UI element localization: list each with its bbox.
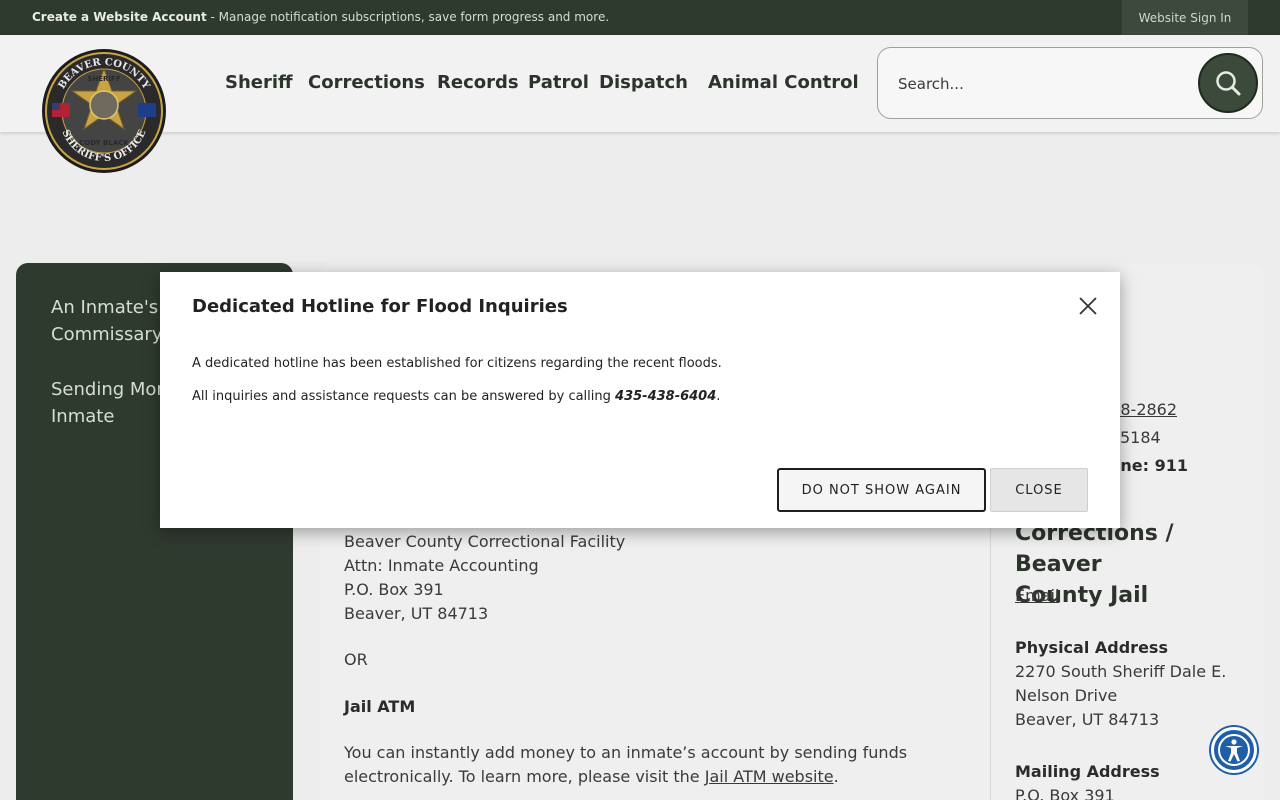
- address-line: P.O. Box 391: [344, 580, 444, 599]
- physical-address-line: Beaver, UT 84713: [1015, 710, 1160, 729]
- search-icon: [1216, 71, 1241, 96]
- logo-badge-text: SHERIFF: [87, 75, 120, 83]
- modal-paragraph-text: All inquiries and assistance requests ca…: [192, 389, 616, 404]
- atm-text-line: You can instantly add money to an inmate…: [344, 743, 908, 762]
- fax-number: 5184: [1120, 428, 1161, 447]
- create-account-notice: Create a Website Account - Manage notifi…: [32, 10, 609, 24]
- create-account-description: - Manage notification subscriptions, sav…: [206, 10, 610, 24]
- search-box: [877, 47, 1263, 119]
- physical-address-label: Physical Address: [1015, 638, 1168, 657]
- search-button[interactable]: [1198, 53, 1258, 113]
- close-button[interactable]: CLOSE: [990, 468, 1088, 512]
- nav-item-sheriff[interactable]: Sheriff: [225, 72, 293, 93]
- mailing-address-block: Beaver County Correctional Facility Attn…: [344, 530, 625, 626]
- mailing-address-label: Mailing Address: [1015, 762, 1160, 781]
- top-utility-bar: Create a Website Account - Manage notifi…: [0, 0, 1280, 35]
- website-sign-in-button[interactable]: Website Sign In: [1122, 0, 1248, 35]
- modal-title: Dedicated Hotline for Flood Inquiries: [192, 296, 568, 317]
- atm-text-line: electronically. To learn more, please vi…: [344, 767, 705, 786]
- search-input[interactable]: [898, 68, 1178, 100]
- accessibility-icon: [1218, 734, 1250, 766]
- modal-close-button[interactable]: [1076, 294, 1100, 318]
- accessibility-button[interactable]: [1211, 727, 1257, 773]
- sheriff-logo[interactable]: BEAVER COUNTY SHERIFF'S OFFICE SHERIFF C…: [40, 47, 168, 175]
- nav-item-dispatch[interactable]: Dispatch: [599, 72, 688, 93]
- nav-item-animal-control[interactable]: Animal Control: [708, 72, 859, 93]
- physical-address-line: Nelson Drive: [1015, 686, 1118, 705]
- nav-item-patrol[interactable]: Patrol: [528, 72, 589, 93]
- jail-atm-heading: Jail ATM: [344, 697, 416, 716]
- hotline-phone-number: 435-438-6404: [615, 389, 717, 404]
- jail-atm-description: You can instantly add money to an inmate…: [344, 741, 964, 789]
- or-text: OR: [344, 650, 368, 669]
- nav-item-corrections[interactable]: Corrections: [308, 72, 425, 93]
- modal-paragraph-2: All inquiries and assistance requests ca…: [192, 389, 720, 404]
- do-not-show-again-button[interactable]: DO NOT SHOW AGAIN: [777, 468, 986, 512]
- physical-address-line: 2270 South Sheriff Dale E.: [1015, 662, 1227, 681]
- atm-text-period: .: [833, 767, 839, 786]
- modal-paragraph-period: .: [716, 389, 721, 404]
- modal-paragraph-1: A dedicated hotline has been established…: [192, 356, 722, 371]
- close-icon: [1079, 297, 1097, 315]
- nav-item-records[interactable]: Records: [437, 72, 519, 93]
- logo-name-text: CODY BLACK: [79, 139, 129, 147]
- flood-hotline-modal: Dedicated Hotline for Flood Inquiries A …: [160, 272, 1120, 528]
- mailing-address-line: P.O. Box 391: [1015, 786, 1115, 800]
- address-line: Beaver County Correctional Facility: [344, 532, 626, 551]
- create-account-link[interactable]: Create a Website Account: [32, 10, 207, 24]
- address-line: Attn: Inmate Accounting: [344, 556, 539, 575]
- address-line: Beaver, UT 84713: [344, 604, 489, 623]
- jail-atm-website-link[interactable]: Jail ATM website: [705, 767, 834, 786]
- physical-address: 2270 South Sheriff Dale E. Nelson Drive …: [1015, 660, 1226, 732]
- email-link[interactable]: Email: [1015, 584, 1059, 608]
